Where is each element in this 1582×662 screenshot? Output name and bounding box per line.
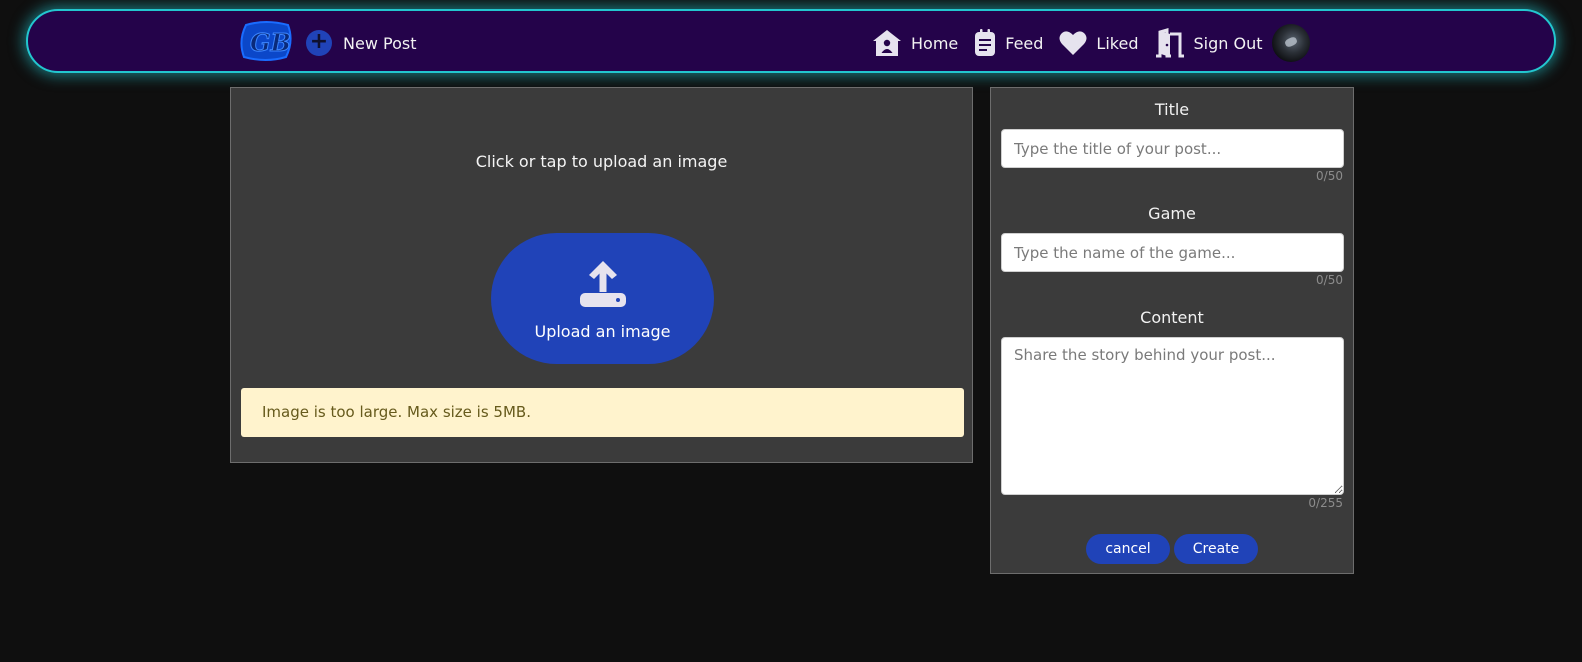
home-icon (873, 30, 901, 56)
navbar: GB + New Post Home Feed Liked Sign Out (26, 9, 1556, 73)
title-input[interactable] (1001, 129, 1344, 168)
nav-home[interactable]: Home (872, 29, 958, 57)
nav-sign-out[interactable]: Sign Out (1154, 28, 1262, 58)
create-button[interactable]: Create (1174, 534, 1258, 564)
content-textarea[interactable] (1001, 337, 1344, 495)
image-upload-panel[interactable]: Click or tap to upload an image Upload a… (230, 87, 973, 463)
svg-text:GB: GB (250, 28, 291, 57)
cancel-button[interactable]: cancel (1086, 534, 1170, 564)
game-label: Game (1148, 204, 1196, 223)
game-input[interactable] (1001, 233, 1344, 272)
content-counter: 0/255 (1308, 496, 1343, 510)
upload-hint: Click or tap to upload an image (475, 152, 728, 171)
feed-icon (975, 29, 996, 56)
content-label: Content (1140, 308, 1204, 327)
upload-icon (580, 261, 626, 307)
upload-image-button[interactable]: Upload an image (491, 233, 714, 364)
title-label: Title (1154, 100, 1190, 119)
door-icon (1156, 28, 1185, 58)
heart-icon (1059, 31, 1087, 55)
nav-home-label: Home (911, 33, 959, 53)
nav-liked[interactable]: Liked (1059, 30, 1138, 56)
nav-links: Home Feed Liked Sign Out (872, 23, 1311, 63)
user-avatar[interactable] (1272, 24, 1311, 62)
nav-feed-label: Feed (1005, 33, 1044, 53)
nav-liked-label: Liked (1096, 33, 1139, 53)
nav-sign-out-label: Sign Out (1193, 33, 1263, 53)
upload-button-label: Upload an image (534, 322, 671, 341)
game-counter: 0/50 (1316, 273, 1343, 287)
new-post-link[interactable]: + New Post (306, 29, 416, 57)
gb-logo-icon[interactable]: GB (238, 19, 294, 63)
plus-circle-icon: + (306, 30, 332, 56)
image-size-alert: Image is too large. Max size is 5MB. (241, 388, 964, 437)
title-counter: 0/50 (1316, 169, 1343, 183)
new-post-label: New Post (343, 33, 417, 53)
post-form: Title 0/50 Game 0/50 Content 0/255 cance… (990, 87, 1354, 574)
nav-feed[interactable]: Feed (974, 29, 1043, 57)
